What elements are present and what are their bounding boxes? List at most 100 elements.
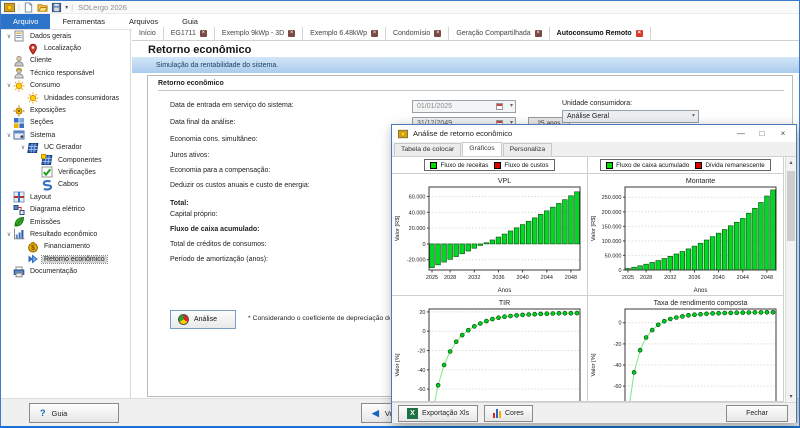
dialog-tab-graficos[interactable]: Gráficos — [462, 142, 501, 156]
depreciation-note: * Considerando o coeficiente de deprecia… — [248, 315, 390, 322]
unidade-consumidora-value: Análise Geral — [567, 113, 609, 120]
sidebar-item-label: Sistema — [28, 132, 57, 139]
separator: | — [18, 3, 20, 12]
tab-exemplo-9kwp-3d[interactable]: Exemplo 9kWp - 3D× — [215, 27, 303, 40]
legend-item-fluxo-de-custos: Fluxo de custos — [494, 162, 548, 169]
sidebar-item-label: UC Gerador — [42, 144, 84, 151]
page-subtitle: Simulação da rentabilidade do sistema. — [132, 62, 278, 69]
chart-legend: Fluxo de receitas Fluxo de custos — [424, 159, 554, 171]
calendar-icon[interactable] — [496, 103, 503, 110]
dialog-title-bar[interactable]: Análise de retorno econômico — □ × — [392, 125, 796, 142]
svg-text:40.000: 40.000 — [409, 210, 426, 216]
svg-text:2028: 2028 — [444, 275, 456, 281]
leaf-icon — [13, 216, 25, 228]
sidebar-item-dados-gerais[interactable]: ∨Dados gerais — [1, 30, 130, 42]
close-icon[interactable]: × — [775, 129, 791, 138]
sidebar-item-tecnico-responsavel[interactable]: Técnico responsável — [1, 67, 130, 79]
question-icon: ? — [40, 408, 46, 418]
fechar-button[interactable]: Fechar — [726, 405, 788, 422]
chart-legend-cell: Fluxo de caixa acumuladoDívida remanesce… — [588, 157, 784, 174]
tab-close-icon[interactable]: × — [288, 30, 295, 37]
tab-close-icon[interactable]: × — [636, 30, 643, 37]
fechar-label: Fechar — [746, 410, 768, 417]
dialog-tab-tabela-de-colocar[interactable]: Tabela de colocar — [394, 143, 461, 156]
new-document-icon[interactable] — [23, 2, 34, 13]
exportacao-xls-button[interactable]: X Exportação Xls — [398, 405, 478, 422]
sidebar-item-cabos[interactable]: Cabos — [1, 179, 130, 191]
tree-expander-icon[interactable]: ∨ — [5, 33, 13, 40]
sidebar-item-cliente[interactable]: Cliente — [1, 55, 130, 67]
tree-expander-icon[interactable]: ∨ — [19, 144, 27, 151]
field-label-periodo-de-amortizacao-anos: Período de amortização (anos): — [170, 256, 268, 263]
open-folder-icon[interactable] — [37, 2, 48, 13]
svg-text:0: 0 — [618, 321, 621, 327]
cores-button[interactable]: Cores — [484, 405, 533, 422]
dialog-logo-icon — [397, 128, 408, 139]
scroll-down-icon[interactable]: ▾ — [786, 393, 796, 400]
svg-text:0: 0 — [618, 268, 621, 274]
legend-item-fluxo-de-receitas: Fluxo de receitas — [430, 162, 488, 169]
sidebar-item-resultado-economico[interactable]: ∨ Resultado econômico — [1, 228, 130, 240]
dialog-tab-personaliza[interactable]: Personaliza — [503, 143, 553, 156]
svg-text:Montante: Montante — [686, 178, 715, 185]
sidebar-item-uc-gerador[interactable]: ∨ UC Gerador — [1, 142, 130, 154]
page-title: Retorno econômico — [132, 41, 799, 56]
sidebar-item-label: Resultado econômico — [28, 231, 99, 238]
sidebar-item-label: Layout — [28, 194, 53, 201]
svg-text:Taxa de rendimento composta: Taxa de rendimento composta — [654, 300, 748, 307]
save-icon[interactable] — [51, 2, 62, 13]
sidebar-item-exposicoes[interactable]: Exposições — [1, 104, 130, 116]
sidebar-item-label: Consumo — [28, 82, 62, 89]
scroll-up-icon[interactable]: ▴ — [786, 159, 796, 166]
tab-close-icon[interactable]: × — [200, 30, 207, 37]
toolbar-dropdown-arrow-icon[interactable]: ▾ — [65, 4, 68, 11]
sidebar-item-verificacoes[interactable]: Verificações — [1, 166, 130, 178]
sidebar-item-emissoes[interactable]: Emissões — [1, 216, 130, 228]
sidebar-item-documentacao[interactable]: Documentação — [1, 265, 130, 277]
menu-arquivo[interactable]: Arquivo — [1, 14, 50, 29]
sidebar-item-financiamento[interactable]: $Financiamento — [1, 241, 130, 253]
svg-text:Anos: Anos — [498, 288, 512, 294]
sidebar-item-label: Cliente — [28, 57, 54, 64]
sidebar-item-diagrama-eletrico[interactable]: Diagrama elétrico — [1, 203, 130, 215]
legend-label: Fluxo de caixa acumulado — [616, 162, 689, 169]
sidebar-item-retorno-economico[interactable]: Retorno econômico — [1, 253, 130, 265]
svg-text:-20: -20 — [418, 349, 426, 355]
tab-exemplo-6-48kwp[interactable]: Exemplo 6.48kWp× — [303, 27, 386, 40]
sidebar-item-localizacao[interactable]: Localização — [1, 42, 130, 54]
maximize-icon[interactable]: □ — [754, 129, 770, 138]
app-window: | ▾ | SOLergo 2026 ArquivoFerramentasArq… — [0, 0, 800, 428]
chart-vpl: VPL-20.000020.00040.00060.00020252028203… — [392, 174, 588, 296]
sidebar-item-componentes[interactable]: Componentes — [1, 154, 130, 166]
sidebar-item-consumo[interactable]: ∨ Consumo — [1, 80, 130, 92]
tab-close-icon[interactable]: × — [371, 30, 378, 37]
dialog-footer: X Exportação Xls Cores Fechar — [392, 402, 796, 423]
sidebar-item-sistema[interactable]: ∨ Sistema — [1, 129, 130, 141]
minimize-icon[interactable]: — — [733, 129, 749, 138]
menu-ferramentas[interactable]: Ferramentas — [50, 14, 117, 29]
date-dropdown-icon[interactable]: ▾ — [510, 102, 513, 109]
scrollbar-thumb[interactable] — [787, 171, 795, 241]
tab-eg1711[interactable]: EG1711× — [164, 27, 215, 40]
tab-geracao-compartilhada[interactable]: Geração Compartilhada× — [449, 27, 549, 40]
guia-button[interactable]: ? Guia — [29, 403, 119, 423]
unidade-consumidora-select[interactable]: Análise Geral ▾ — [562, 110, 699, 123]
svg-text:100.000: 100.000 — [602, 239, 622, 245]
tab-close-icon[interactable]: × — [535, 30, 542, 37]
tab-condomisio[interactable]: Condomísio× — [386, 27, 449, 40]
sidebar-item-secoes[interactable]: Seções — [1, 117, 130, 129]
tab-autoconsumo-remoto[interactable]: Autoconsumo Remoto× — [550, 27, 651, 40]
dialog-scrollbar[interactable]: ▴ ▾ — [785, 157, 796, 402]
analise-button[interactable]: Análise — [170, 310, 236, 329]
tree-expander-icon[interactable]: ∨ — [5, 231, 13, 238]
tree-expander-icon[interactable]: ∨ — [5, 132, 13, 139]
field-label-data-final-da-analise: Data final da análise: — [170, 119, 235, 126]
tree-expander-icon[interactable]: ∨ — [5, 82, 13, 89]
sidebar-item-layout[interactable]: Layout — [1, 191, 130, 203]
tab-inicio[interactable]: Início — [132, 27, 164, 40]
sidebar-item-unidades-consumidoras[interactable]: Unidades consumidoras — [1, 92, 130, 104]
field-label-data-de-entrada-em-servico-do-sistema: Data de entrada em serviço do sistema: — [170, 102, 294, 109]
tab-close-icon[interactable]: × — [434, 30, 441, 37]
diagram-icon — [13, 204, 25, 216]
check-icon — [41, 166, 53, 178]
